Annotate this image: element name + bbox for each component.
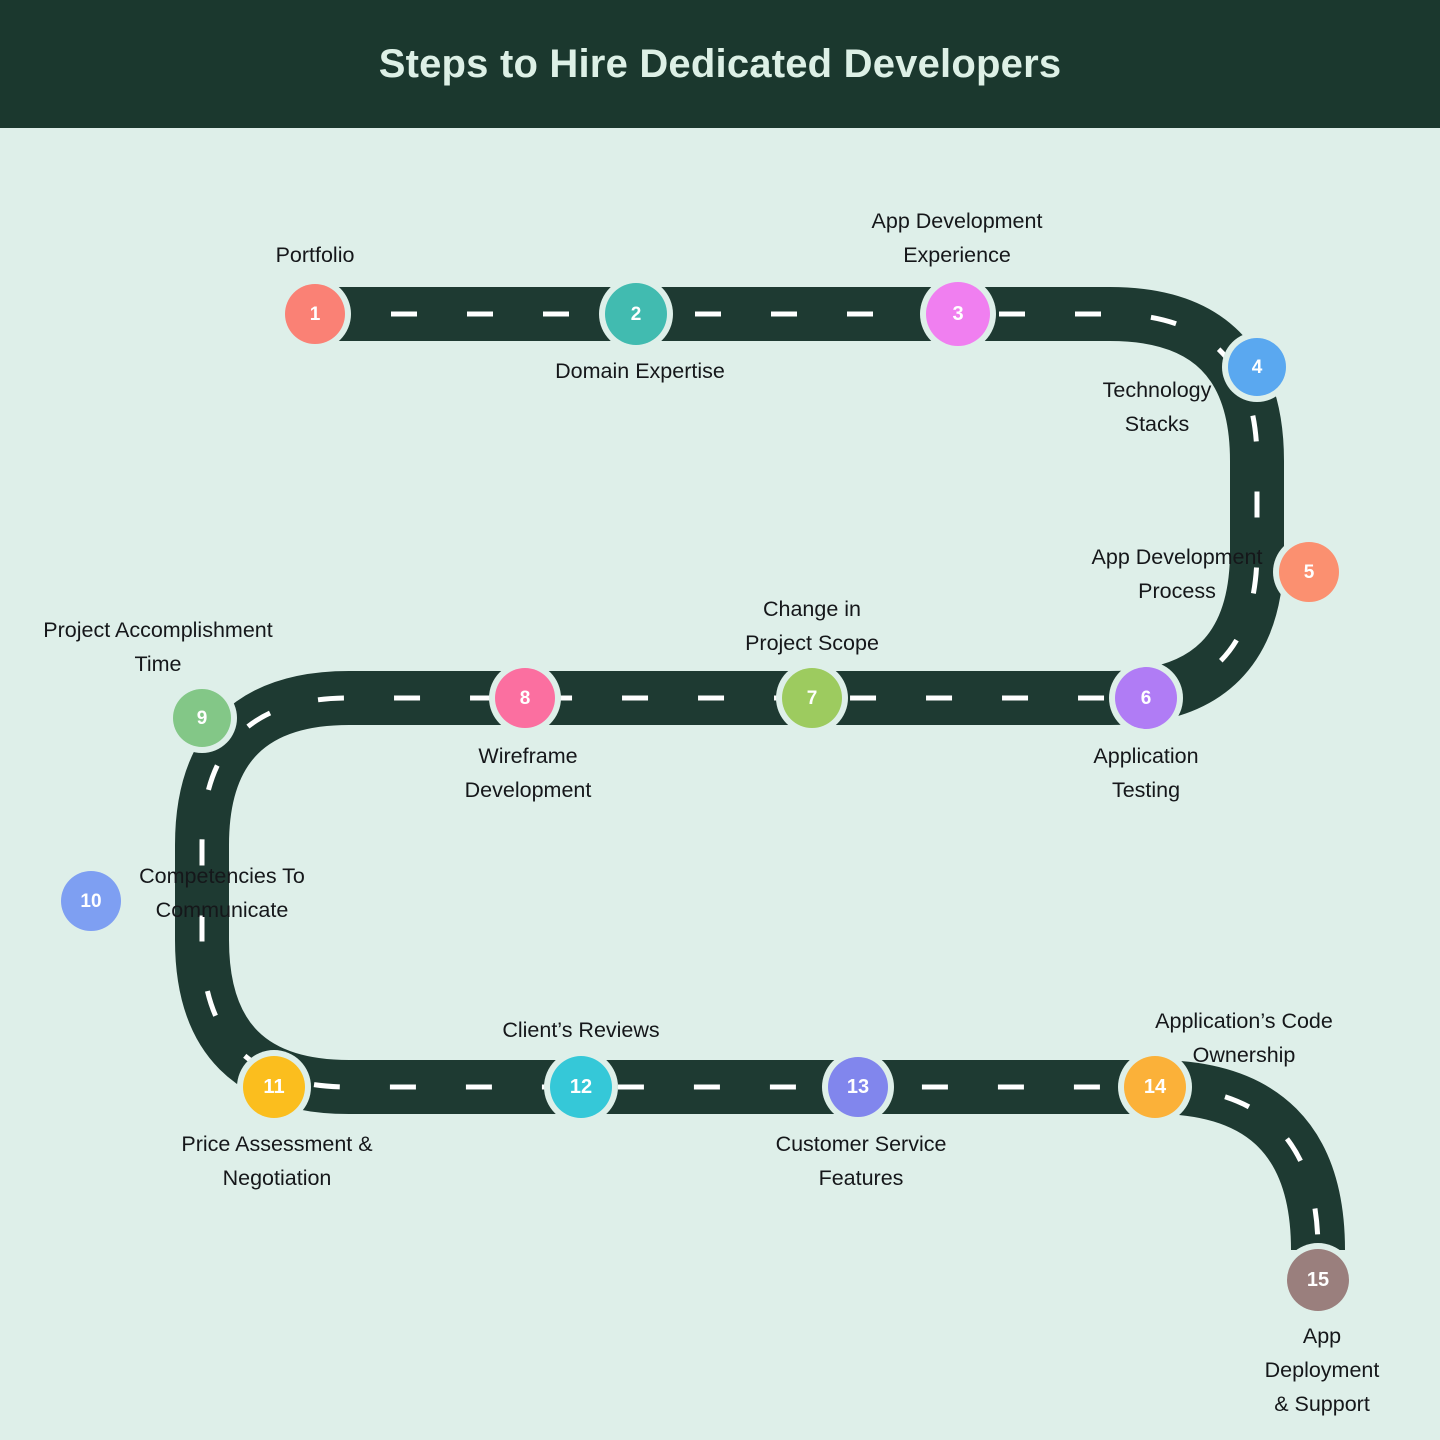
- step-number: 6: [1140, 687, 1152, 709]
- step-marker-13[interactable]: 13: [828, 1057, 888, 1117]
- step-number: 3: [952, 303, 964, 325]
- step-label-7: Change in Project Scope: [745, 597, 879, 655]
- step-label-13: Customer Service Features: [775, 1132, 947, 1190]
- header-banner: Steps to Hire Dedicated Developers: [0, 0, 1440, 128]
- step-marker-3[interactable]: 3: [926, 282, 990, 346]
- step-number: 2: [630, 303, 642, 325]
- road-path-graphic: [175, 287, 1345, 1251]
- step-label-2: Domain Expertise: [555, 359, 725, 383]
- step-marker-9[interactable]: 9: [173, 689, 231, 747]
- step-number: 7: [806, 687, 818, 709]
- step-label-4: Technology Stacks: [1102, 378, 1212, 436]
- step-marker-8[interactable]: 8: [495, 668, 555, 728]
- step-number: 12: [569, 1076, 593, 1098]
- step-marker-2[interactable]: 2: [605, 283, 667, 345]
- step-marker-7[interactable]: 7: [782, 668, 842, 728]
- step-number: 14: [1143, 1076, 1167, 1098]
- step-label-9: Project Accomplishment Time: [43, 618, 273, 676]
- step-number: 1: [309, 303, 321, 325]
- step-label-1: Portfolio: [275, 243, 355, 267]
- step-label-12: Client’s Reviews: [502, 1018, 660, 1042]
- step-number: 13: [846, 1076, 870, 1098]
- step-marker-4[interactable]: 4: [1228, 338, 1286, 396]
- step-label-8: Wireframe Development: [464, 744, 592, 802]
- step-number: 15: [1306, 1269, 1330, 1291]
- step-label-5: App Development Process: [1091, 545, 1263, 603]
- step-marker-10[interactable]: 10: [61, 871, 121, 931]
- step-label-6: Application Testing: [1093, 744, 1199, 802]
- step-number: 5: [1303, 561, 1315, 583]
- step-number: 4: [1251, 356, 1263, 378]
- step-marker-14[interactable]: 14: [1124, 1056, 1186, 1118]
- step-marker-5[interactable]: 5: [1279, 542, 1339, 602]
- step-label-10: Competencies To Communicate: [139, 864, 305, 922]
- page-title: Steps to Hire Dedicated Developers: [378, 41, 1062, 86]
- step-number: 10: [80, 890, 102, 912]
- step-number: 9: [196, 707, 208, 729]
- step-marker-12[interactable]: 12: [550, 1056, 612, 1118]
- step-marker-1[interactable]: 1: [285, 284, 345, 344]
- infographic-stage: 1 Portfolio 2 Domain Expertise 3 App Developm…: [0, 128, 1440, 1440]
- step-number: 8: [519, 687, 531, 709]
- step-number: 11: [263, 1076, 285, 1098]
- step-label-11: Price Assessment & Negotiation: [181, 1132, 373, 1190]
- step-marker-15[interactable]: 15: [1287, 1249, 1349, 1311]
- step-label-3: App Development Experience: [871, 209, 1043, 267]
- step-marker-11[interactable]: 11: [243, 1056, 305, 1118]
- step-label-15: App Deployment & Support: [1264, 1324, 1380, 1416]
- step-label-14: Application’s Code Ownership: [1155, 1009, 1333, 1067]
- step-marker-6[interactable]: 6: [1115, 667, 1177, 729]
